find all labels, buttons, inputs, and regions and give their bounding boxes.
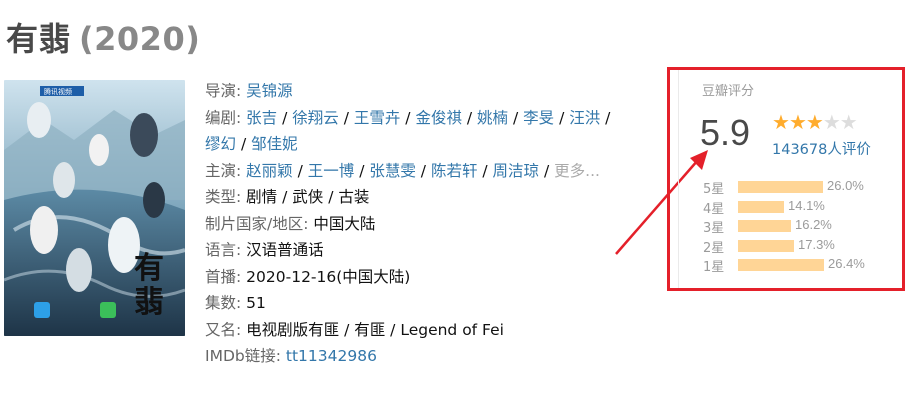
writer-link[interactable]: 缪幻	[205, 135, 236, 153]
rating-dist-percent: 26.0%	[827, 178, 864, 193]
writer-link[interactable]: 姚楠	[477, 109, 508, 127]
premiere-value: 2020-12-16(中国大陆)	[246, 267, 411, 286]
rating-dist-percent: 16.2%	[795, 217, 832, 232]
genre-label: 类型:	[205, 188, 242, 206]
poster-image[interactable]: 有 翡 腾讯视频	[4, 80, 185, 336]
cast-label: 主演:	[205, 161, 242, 180]
rating-stars: ★★★★★	[772, 110, 858, 134]
rating-title: 豆瓣评分	[702, 84, 755, 99]
cast-link[interactable]: 周洁琼	[493, 162, 540, 180]
rating-dist-row: 3星 16.2%	[703, 217, 903, 237]
writer-link[interactable]: 张吉	[246, 109, 277, 127]
writers-row-cont: 缪幻 / 邹佳妮	[205, 135, 298, 153]
episodes-row: 集数: 51	[205, 290, 660, 317]
rating-dist-bar	[738, 200, 784, 213]
rating-dist-percent: 26.4%	[828, 256, 865, 271]
rating-dist-row: 4星 14.1%	[703, 198, 903, 218]
star-filled-icon: ★	[788, 110, 807, 134]
rating-dist-bar	[738, 181, 823, 193]
star-empty-icon: ★	[839, 110, 858, 134]
rating-panel: 豆瓣评分 5.9 ★★★★★ 143678人评价 5星 26.0% 4星 14.1% 3…	[667, 67, 905, 291]
genre-value: 剧情	[246, 188, 278, 206]
rating-dist-bar	[738, 259, 824, 271]
episodes-value: 51	[246, 294, 266, 312]
rating-divider	[678, 70, 679, 288]
star-empty-icon: ★	[822, 110, 841, 134]
rating-dist-percent: 14.1%	[788, 197, 825, 213]
country-row: 制片国家/地区: 中国大陆	[205, 211, 660, 238]
rating-dist-row: 5星 26.0%	[703, 178, 903, 198]
cast-link[interactable]: 赵丽颖	[246, 162, 293, 180]
country-label: 制片国家/地区:	[205, 214, 309, 233]
cast-link[interactable]: 陈若轩	[431, 162, 478, 180]
title-text: 有翡	[6, 20, 72, 58]
language-label: 语言:	[205, 241, 242, 259]
aka-label: 又名:	[205, 320, 242, 339]
premiere-label: 首播:	[205, 267, 242, 286]
writer-link[interactable]: 汪洪	[569, 109, 600, 127]
rating-distribution: 5星 26.0% 4星 14.1% 3星 16.2% 2星 17.3% 1星 26.4%	[703, 178, 903, 276]
country-value: 中国大陆	[313, 214, 376, 233]
imdb-label: IMDb链接:	[205, 347, 281, 365]
rating-dist-row: 2星 17.3%	[703, 237, 903, 257]
aka-row: 又名: 电视剧版有匪 / 有匪 / Legend of Fei	[205, 317, 660, 344]
aka-value: 电视剧版有匪 / 有匪 / Legend of Fei	[246, 320, 504, 339]
writer-link[interactable]: 金俊祺	[415, 109, 462, 127]
cast-row: 主演: 赵丽颖 / 王一博 / 张慧雯 / 陈若轩 / 周洁琼 / 更多...	[205, 161, 600, 180]
premiere-row: 首播: 2020-12-16(中国大陆)	[205, 264, 660, 291]
star-filled-icon: ★	[772, 110, 790, 134]
writer-link[interactable]: 邹佳妮	[251, 135, 298, 153]
cast-link[interactable]: 张慧雯	[369, 162, 416, 180]
rating-votes-link[interactable]: 143678人评价	[772, 138, 871, 159]
poster-title-glyph-2: 翡	[134, 285, 164, 320]
cast-more-link[interactable]: 更多...	[554, 162, 600, 180]
rating-dist-percent: 17.3%	[798, 236, 835, 252]
cast-link[interactable]: 王一博	[308, 162, 355, 180]
director-label: 导演:	[205, 82, 242, 100]
imdb-row: IMDb链接: tt11342986	[205, 343, 660, 370]
page-title: 有翡 (2020)	[6, 14, 200, 60]
genre-row: 类型: 剧情 / 武侠 / 古装	[205, 188, 370, 206]
rating-dist-bar	[738, 220, 791, 232]
director-row: 导演: 吴锦源	[205, 78, 660, 105]
episodes-label: 集数:	[205, 294, 242, 312]
title-year: (2020)	[79, 20, 201, 58]
poster-logo-text: 腾讯视频	[44, 87, 72, 96]
genre-value: 古装	[338, 188, 370, 206]
director-link[interactable]: 吴锦源	[246, 82, 293, 100]
rating-dist-row: 1星 26.4%	[703, 256, 903, 276]
writer-link[interactable]: 王雪卉	[354, 109, 401, 127]
poster-art: 有 翡 腾讯视频	[4, 80, 185, 336]
writer-link[interactable]: 徐翔云	[292, 109, 339, 127]
rating-dist-label: 1星	[703, 260, 725, 275]
rating-dist-label: 5星	[703, 182, 725, 197]
writer-link[interactable]: 李旻	[523, 109, 554, 127]
rating-dist-label: 4星	[703, 201, 725, 217]
star-filled-icon: ★	[805, 110, 824, 134]
info-block: 导演: 吴锦源 编剧: 张吉 / 徐翔云 / 王雪卉 / 金俊祺 / 姚楠 / …	[205, 78, 660, 370]
imdb-link[interactable]: tt11342986	[286, 347, 377, 365]
rating-dist-bar	[738, 239, 794, 252]
language-row: 语言: 汉语普通话	[205, 237, 660, 264]
genre-value: 武侠	[292, 188, 324, 206]
rating-dist-label: 3星	[703, 221, 725, 236]
language-value: 汉语普通话	[246, 241, 324, 259]
poster-title-glyph-1: 有	[134, 251, 164, 286]
writers-row: 编剧: 张吉 / 徐翔云 / 王雪卉 / 金俊祺 / 姚楠 / 李旻 / 汪洪 …	[205, 108, 611, 127]
rating-dist-label: 2星	[703, 240, 725, 256]
writers-label: 编剧:	[205, 108, 242, 127]
rating-score: 5.9	[700, 112, 751, 153]
